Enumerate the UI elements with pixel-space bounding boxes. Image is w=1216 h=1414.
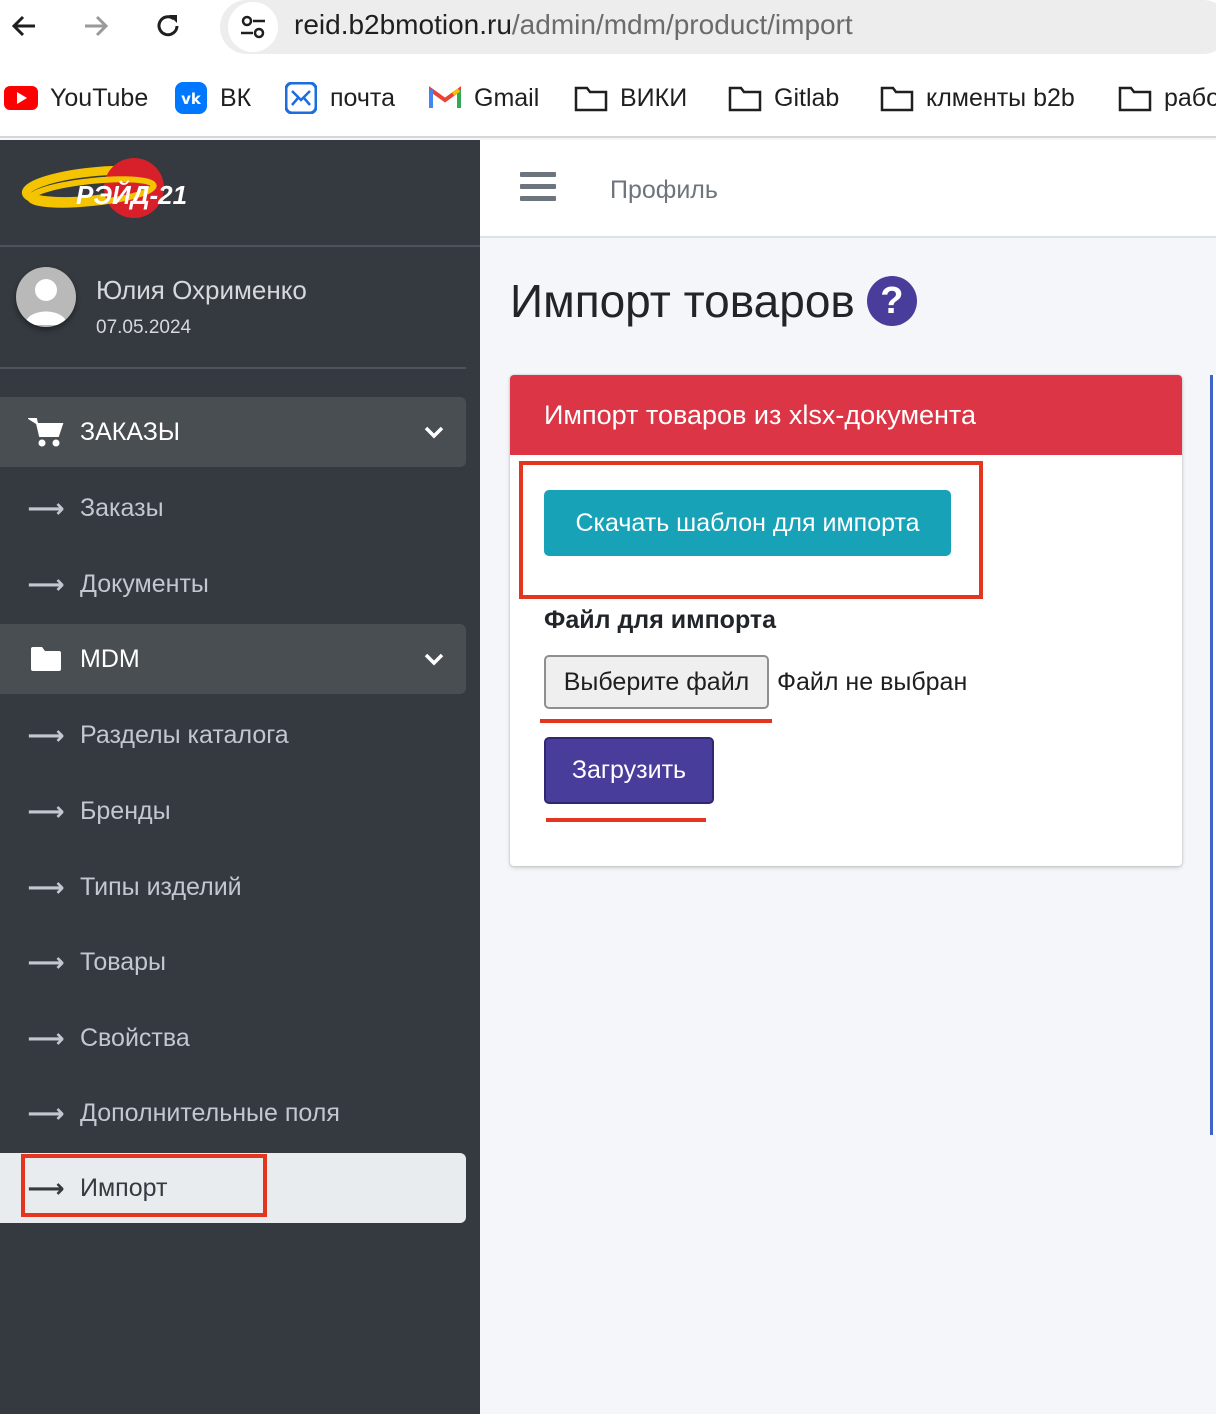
gmail-icon (428, 83, 462, 113)
forward-button[interactable] (74, 4, 118, 48)
sidebar-item-label: Дополнительные поля (80, 1098, 340, 1127)
sidebar-item-documents[interactable]: ⟶ Документы (0, 549, 466, 619)
sidebar: РЭЙД-21 Юлия Охрименко 07.05.2024 ЗАКАЗЫ… (0, 140, 480, 1414)
vk-icon: vk (174, 82, 208, 114)
brand-link[interactable]: РЭЙД-21 (0, 140, 480, 247)
svg-text:vk: vk (181, 90, 202, 108)
sidebar-item-label: Типы изделий (80, 872, 242, 901)
url-host: reid.b2bmotion.ru (294, 9, 512, 40)
page-title: Импорт товаров ? (510, 274, 917, 328)
help-icon[interactable]: ? (866, 276, 917, 326)
sidebar-item-mdm-group[interactable]: MDM (0, 624, 466, 694)
chevron-down-icon (424, 624, 444, 694)
sidebar-item-catalog-sections[interactable]: ⟶ Разделы каталога (0, 700, 466, 770)
bookmark-label: ВК (220, 83, 252, 112)
file-status-text: Файл не выбран (777, 668, 968, 696)
arrow-right-icon: ⟶ (27, 492, 65, 523)
bookmark-label: ВИКИ (620, 83, 688, 112)
bookmark-folder-clients[interactable]: клменты b2b (880, 80, 1075, 116)
user-name[interactable]: Юлия Охрименко (96, 275, 307, 306)
brand-logo: РЭЙД-21 (21, 158, 187, 218)
arrow-right-icon: ⟶ (27, 946, 65, 977)
mail-icon (284, 82, 318, 114)
annotation-box-import (21, 1154, 267, 1217)
profile-link[interactable]: Профиль (610, 176, 718, 205)
youtube-icon (4, 83, 38, 113)
reload-button[interactable] (146, 4, 190, 48)
folder-icon (880, 83, 914, 113)
bookmark-label: Gmail (474, 83, 540, 112)
sidebar-item-label: Разделы каталога (80, 720, 289, 749)
sidebar-item-label: Товары (80, 947, 166, 976)
reload-icon (157, 15, 179, 37)
sidebar-item-brands[interactable]: ⟶ Бренды (0, 776, 466, 846)
bookmark-label: Gitlab (774, 83, 840, 112)
bookmark-label: почта (330, 83, 395, 112)
sidebar-item-label: MDM (80, 644, 140, 673)
folder-icon (728, 83, 762, 113)
arrow-right-icon: ⟶ (27, 719, 65, 750)
sidebar-item-products[interactable]: ⟶ Товары (0, 927, 466, 997)
arrow-right-icon: ⟶ (27, 568, 65, 599)
sidebar-item-product-types[interactable]: ⟶ Типы изделий (0, 852, 466, 922)
chevron-down-icon (424, 397, 444, 467)
upload-button[interactable]: Загрузить (544, 737, 714, 804)
folder-icon (1118, 83, 1152, 113)
bookmark-label: клменты b2b (926, 83, 1075, 112)
page-title-text: Импорт товаров (510, 275, 855, 327)
sidebar-item-orders-group[interactable]: ЗАКАЗЫ (0, 397, 466, 467)
bookmarks-bar: YouTube vk ВК почта Gmail ВИКИ Gitlab кл… (0, 58, 1216, 138)
folder-icon (574, 83, 608, 113)
url-text: reid.b2bmotion.ru/admin/mdm/product/impo… (294, 8, 853, 42)
arrow-right-icon: ⟶ (27, 795, 65, 826)
tune-icon (241, 15, 265, 39)
back-arrow-icon (11, 15, 35, 37)
sidebar-item-label: Документы (80, 569, 209, 598)
user-panel: Юлия Охрименко 07.05.2024 (0, 247, 466, 369)
bookmark-youtube[interactable]: YouTube (4, 80, 148, 116)
top-navbar: Профиль (480, 140, 1216, 238)
sidebar-item-orders[interactable]: ⟶ Заказы (0, 473, 466, 543)
user-icon (25, 279, 67, 325)
sidebar-item-extra-fields[interactable]: ⟶ Дополнительные поля (0, 1078, 466, 1148)
user-date: 07.05.2024 (96, 317, 192, 338)
folder-icon (28, 624, 64, 694)
sidebar-item-label: Заказы (80, 493, 164, 522)
avatar[interactable] (16, 267, 76, 327)
sidebar-item-label: Бренды (80, 796, 171, 825)
annotation-box-template (519, 461, 983, 599)
annotation-underline-upload (546, 818, 706, 822)
bookmark-label: YouTube (50, 83, 149, 112)
arrow-right-icon: ⟶ (27, 1097, 65, 1128)
file-field-label: Файл для импорта (544, 606, 777, 634)
card-header: Импорт товаров из xlsx-документа (510, 375, 1182, 455)
sidebar-item-properties[interactable]: ⟶ Свойства (0, 1003, 466, 1073)
choose-file-button[interactable]: Выберите файл (544, 655, 769, 709)
bookmark-folder-gitlab[interactable]: Gitlab (728, 80, 839, 116)
annotation-underline-file (540, 719, 772, 723)
bookmark-mail[interactable]: почта (284, 80, 395, 116)
menu-toggle-icon[interactable] (520, 172, 556, 204)
sidebar-item-label: ЗАКАЗЫ (80, 417, 180, 446)
bookmark-gmail[interactable]: Gmail (428, 80, 539, 116)
browser-toolbar: reid.b2bmotion.ru/admin/mdm/product/impo… (0, 0, 1216, 58)
arrow-right-icon: ⟶ (27, 1022, 65, 1053)
cart-icon (28, 397, 64, 467)
sidebar-item-label: Свойства (80, 1023, 190, 1052)
back-button[interactable] (2, 4, 46, 48)
bookmark-folder-wiki[interactable]: ВИКИ (574, 80, 687, 116)
bookmark-vk[interactable]: vk ВК (174, 80, 251, 116)
bookmark-folder-work[interactable]: рабо (1118, 80, 1216, 116)
site-info-button[interactable] (228, 2, 278, 52)
url-path: /admin/mdm/product/import (511, 9, 853, 40)
brand-logo-text: РЭЙД-21 (76, 180, 187, 210)
adjacent-card-edge (1210, 375, 1216, 1135)
arrow-right-icon: ⟶ (27, 871, 65, 902)
bookmark-label: рабо (1164, 83, 1216, 112)
forward-arrow-icon (85, 15, 109, 37)
